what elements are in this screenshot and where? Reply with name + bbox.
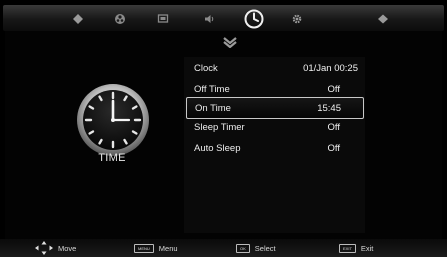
hint-label: Menu: [158, 243, 178, 253]
hint-exit: EXIT Exit: [339, 241, 373, 255]
menu-item-value: 01/Jan 00:25: [303, 62, 358, 74]
menu-item-off-time[interactable]: Off Time Off: [186, 79, 362, 99]
menu-item-clock[interactable]: Clock 01/Jan 00:25: [186, 58, 362, 78]
menu-item-on-time[interactable]: On Time 15:45: [186, 97, 364, 119]
hint-label: Move: [58, 243, 77, 253]
clock-icon: [244, 9, 264, 29]
speaker-icon: [205, 15, 214, 23]
section-title: TIME: [98, 152, 126, 164]
tab-speaker[interactable]: [199, 9, 219, 29]
tab-time[interactable]: [241, 6, 267, 32]
hint-label: Select: [254, 243, 276, 253]
hint-select: OK Select: [236, 241, 276, 255]
menu-item-value: Off: [327, 83, 341, 95]
hint-menu: MENU Menu: [134, 241, 178, 255]
tab-lock[interactable]: [373, 9, 393, 29]
lock-icon: [378, 14, 388, 24]
sound-icon: [115, 14, 125, 24]
menu-item-label: Auto Sleep: [194, 142, 241, 154]
menu-item-auto-sleep[interactable]: Auto Sleep Off: [186, 138, 362, 158]
menu-item-value: Off: [327, 121, 341, 133]
dpad-icon: [35, 241, 53, 255]
gear-icon: [292, 14, 302, 24]
menu-item-label: On Time: [195, 102, 231, 114]
tv-osd-screen: TIME Clock 01/Jan 00:25 Off Time Off On …: [0, 0, 447, 257]
ok-key-icon: OK: [236, 243, 250, 253]
channel-icon: [157, 14, 169, 23]
menu-tab-bar: [3, 5, 444, 31]
menu-item-label: Sleep Timer: [194, 121, 245, 133]
hint-label: Exit: [360, 243, 374, 253]
hint-bar: Move MENU Menu OK Select EXIT Exit: [0, 239, 447, 257]
exit-key-icon: EXIT: [339, 243, 356, 253]
tab-picture[interactable]: [68, 9, 88, 29]
menu-item-sleep-timer[interactable]: Sleep Timer Off: [186, 117, 362, 137]
hint-move: Move: [35, 241, 76, 255]
menu-item-value: 15:45: [317, 102, 341, 114]
menu-item-value: Off: [327, 142, 341, 154]
picture-icon: [73, 14, 83, 24]
tab-sound[interactable]: [110, 9, 130, 29]
tab-channel[interactable]: [153, 9, 173, 29]
large-clock-icon: [77, 84, 149, 156]
tab-setup[interactable]: [287, 9, 307, 29]
chevron-down-icon: [223, 37, 237, 48]
menu-item-label: Off Time: [194, 83, 230, 95]
menu-item-label: Clock: [194, 62, 218, 74]
menu-key-icon: MENU: [134, 243, 154, 253]
